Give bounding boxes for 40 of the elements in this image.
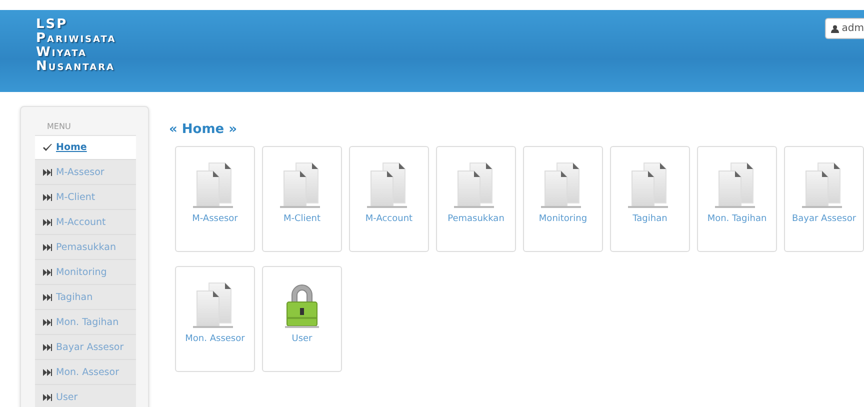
page-title: « Home » [169, 122, 238, 137]
brand-text: Nusantara [36, 60, 116, 74]
double-arrow-icon [43, 169, 52, 176]
menu-item[interactable]: Mon. Tagihan [35, 310, 136, 335]
menu-item[interactable]: Bayar Assesor [35, 335, 136, 360]
menu-heading: MENU [47, 122, 72, 131]
menu-tile[interactable]: Monitoring [523, 146, 603, 252]
menu-item[interactable]: Monitoring [35, 260, 136, 285]
menu-item[interactable]: M-Account [35, 210, 136, 235]
brand-text: Wiyata [36, 46, 88, 60]
menu-tile[interactable]: Mon. Assesor [175, 266, 255, 372]
menu-tile[interactable]: User [262, 266, 342, 372]
double-arrow-icon [43, 394, 52, 401]
menu-item[interactable]: Tagihan [35, 285, 136, 310]
menu-tile[interactable]: Mon. Tagihan [697, 146, 777, 252]
check-icon [43, 144, 52, 152]
menu-tile[interactable]: Pemasukkan [436, 146, 516, 252]
menu-item[interactable]: User [35, 385, 136, 407]
menu-item[interactable]: Pemasukkan [35, 235, 136, 260]
double-arrow-icon [43, 344, 52, 351]
menu-item[interactable]: M-Client [35, 185, 136, 210]
menu-tile[interactable]: M-Client [262, 146, 342, 252]
brand-text: Pariwisata [36, 32, 116, 46]
menu-item[interactable]: Home [35, 135, 136, 160]
double-arrow-icon [43, 269, 52, 276]
brand-text: LSP [36, 18, 69, 32]
user-icon [830, 24, 839, 32]
double-arrow-icon [43, 244, 52, 251]
menu-tile[interactable]: M-Assesor [175, 146, 255, 252]
user-button[interactable]: adm [824, 18, 864, 39]
double-arrow-icon [43, 369, 52, 376]
double-arrow-icon [43, 219, 52, 226]
menu-tile[interactable]: Bayar Assesor [784, 146, 864, 252]
double-arrow-icon [43, 294, 52, 301]
menu-item[interactable]: Mon. Assesor [35, 360, 136, 385]
menu-tile[interactable]: Tagihan [610, 146, 690, 252]
double-arrow-icon [43, 194, 52, 201]
double-arrow-icon [43, 319, 52, 326]
menu-tile[interactable]: M-Account [349, 146, 429, 252]
menu-item[interactable]: M-Assesor [35, 160, 136, 185]
